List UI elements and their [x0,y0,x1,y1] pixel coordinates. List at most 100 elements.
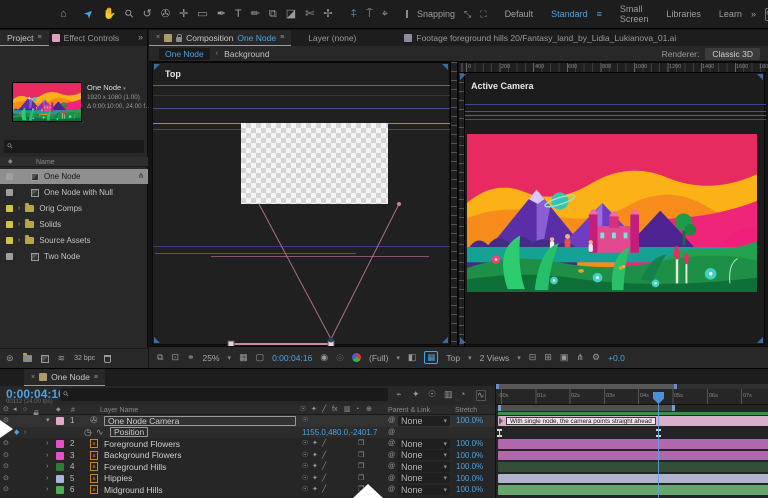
hand-tool-icon[interactable]: ✋ [103,9,117,20]
expand-arrow-icon[interactable]: › [18,205,20,212]
property-name[interactable]: Position [110,427,148,437]
eye-icon[interactable]: ⊙ [3,450,9,462]
selection-tool-icon[interactable]: ➤ [82,7,96,21]
resolution-dropdown[interactable]: (Full) [369,353,388,363]
layer-name[interactable]: Midground Hills [104,484,163,496]
motion-blur-switch-icon[interactable]: ◔ [355,406,359,413]
pickwhip-icon[interactable]: @ [388,438,395,450]
tab-menu-icon[interactable]: ≡ [94,374,98,381]
eye-icon[interactable]: ⊙ [3,461,9,473]
work-area-bar[interactable] [498,405,675,411]
label-chip[interactable] [56,475,64,483]
camera-tool-icon[interactable]: ✇ [161,9,170,20]
shy-switch[interactable]: ☉ [302,473,308,485]
stretch-value[interactable]: 100.0% [456,438,483,450]
shy-switch[interactable]: ☉ [302,438,308,450]
roto-brush-tool-icon[interactable]: ✄ [305,9,314,20]
label-chip[interactable] [6,189,13,196]
interpret-footage-icon[interactable]: ⊜ [6,354,14,363]
workspace-menu-icon[interactable]: ≡ [597,10,602,19]
exposure-gear-icon[interactable]: ⚙ [592,353,600,362]
label-chip[interactable] [6,173,13,180]
tab-layer[interactable]: Layer (none) [301,30,363,46]
panel-overflow-icon[interactable]: » [138,33,143,46]
shy-switch[interactable]: ☉ [302,415,308,427]
threed-switch[interactable]: ❒ [358,461,364,473]
stopwatch-icon[interactable]: ◷ [84,427,92,439]
caret-icon[interactable]: ▾ [396,354,400,362]
viewport-corner-icon[interactable] [154,337,160,343]
property-graph-icon[interactable]: ∿ [96,427,104,439]
stereo-3d-icon[interactable]: ⚭ [187,353,195,362]
tab-effect-controls[interactable]: Effect Controls [49,30,123,46]
caret-icon[interactable]: ▾ [123,87,126,92]
view-layout-dropdown[interactable]: 2 Views [480,353,510,363]
expand-arrow-icon[interactable]: › [46,438,48,450]
expand-arrow-icon[interactable]: › [18,237,20,244]
viewport-corner-icon[interactable] [757,74,763,80]
workspace-libraries[interactable]: Libraries [666,9,701,19]
pickwhip-icon[interactable]: @ [388,473,395,485]
project-item-one-node-with-null[interactable]: One Node with Null [0,185,148,200]
stretch-value[interactable]: 100.0% [456,415,483,427]
layer-bar-camera[interactable]: With single node, the camera points stra… [498,416,768,426]
breadcrumb-current[interactable]: One Node [159,48,210,60]
frame-blend-switch-icon[interactable]: ▥ [344,406,351,413]
label-chip[interactable] [56,417,64,425]
pen-tool-icon[interactable]: ✒ [217,9,226,20]
timeline-button-icon[interactable]: ▣ [560,353,569,362]
stretch-column-header[interactable]: Stretch [455,407,477,414]
close-icon[interactable]: × [31,374,35,381]
collapse-switch-icon[interactable]: ✦ [311,406,317,413]
project-item-one-node[interactable]: One Node ⋔ [0,169,148,184]
collapse-switch[interactable]: ✦ [312,450,318,462]
fx-switch-icon[interactable]: fx [332,406,337,413]
viewport-corner-icon[interactable] [757,337,763,343]
solo-column-icon[interactable]: ○ [23,406,27,413]
viewport-top[interactable]: Top [152,62,450,345]
lock-icon[interactable] [176,37,182,42]
layer-marker-text[interactable]: With single node, the camera points stra… [506,417,656,425]
view-label-active-camera[interactable]: Active Camera [471,81,534,91]
caret-icon[interactable]: ▾ [517,354,521,362]
expand-arrow-icon[interactable]: › [46,461,48,473]
tab-menu-icon[interactable]: ≡ [280,34,284,41]
home-icon[interactable]: ⌂ [60,9,67,20]
collapse-switch[interactable]: ✦ [312,438,318,450]
eye-icon[interactable]: ⊙ [3,473,9,485]
project-search-input[interactable]: ⚲ [4,140,144,153]
workspace-overflow-icon[interactable]: » [751,10,756,19]
view-axis-icon[interactable]: ⌖ [382,9,388,20]
layer-bar-background-flowers[interactable] [498,451,768,461]
shape-tool-icon[interactable]: ▭ [197,9,207,20]
work-area-start-handle[interactable] [498,405,501,411]
quality-switch[interactable]: ╱ [322,461,326,473]
viewport-corner-icon[interactable] [154,64,160,70]
quality-switch[interactable]: ╱ [322,484,326,496]
layer-row-midground-hills[interactable]: ⊙ › 6 a Midground Hills ☉ ✦ ╱ ❒ @ None▾ … [0,484,495,496]
time-ruler[interactable]: :00s 01s 02s 03s 04s 05s 06s 07s [496,389,768,405]
parent-dropdown[interactable]: None▾ [398,485,450,495]
snapping-checkbox[interactable] [406,10,408,18]
eye-icon[interactable]: ⊙ [3,484,9,496]
viewport-active-camera[interactable]: 0 200 400 600 800 1000 1200 1400 1600 18… [458,62,765,345]
stretch-value[interactable]: 100.0% [456,461,483,473]
eye-icon[interactable]: ⊙ [3,438,9,450]
mask-roi-icon[interactable]: ▢ [256,353,265,362]
work-area-end-handle[interactable] [672,405,675,411]
local-axis-icon[interactable]: ⍏ [351,9,358,20]
quality-switch[interactable]: ╱ [322,438,326,450]
threed-switch-icon[interactable]: ⊕ [366,406,372,413]
quality-switch-icon[interactable]: ╱ [322,406,326,413]
snap-3d-icon[interactable]: ⛶ [480,10,486,19]
breadcrumb-parent[interactable]: Background [224,49,269,59]
layer-row-foreground-hills[interactable]: ⊙ › 4 a Foreground Hills ☉ ✦ ╱ ❒ @ None▾… [0,461,495,473]
collapse-switch[interactable]: ✦ [312,461,318,473]
project-item-two-node[interactable]: Two Node [0,249,148,264]
layer-name[interactable]: Hippies [104,473,132,485]
label-chip[interactable] [6,253,13,260]
fast-previews-icon[interactable]: ⊞ [544,353,552,362]
stretch-value[interactable]: 100.0% [456,450,483,462]
shy-switch[interactable]: ☉ [302,484,308,496]
eye-column-icon[interactable]: ⊙ [3,406,9,413]
